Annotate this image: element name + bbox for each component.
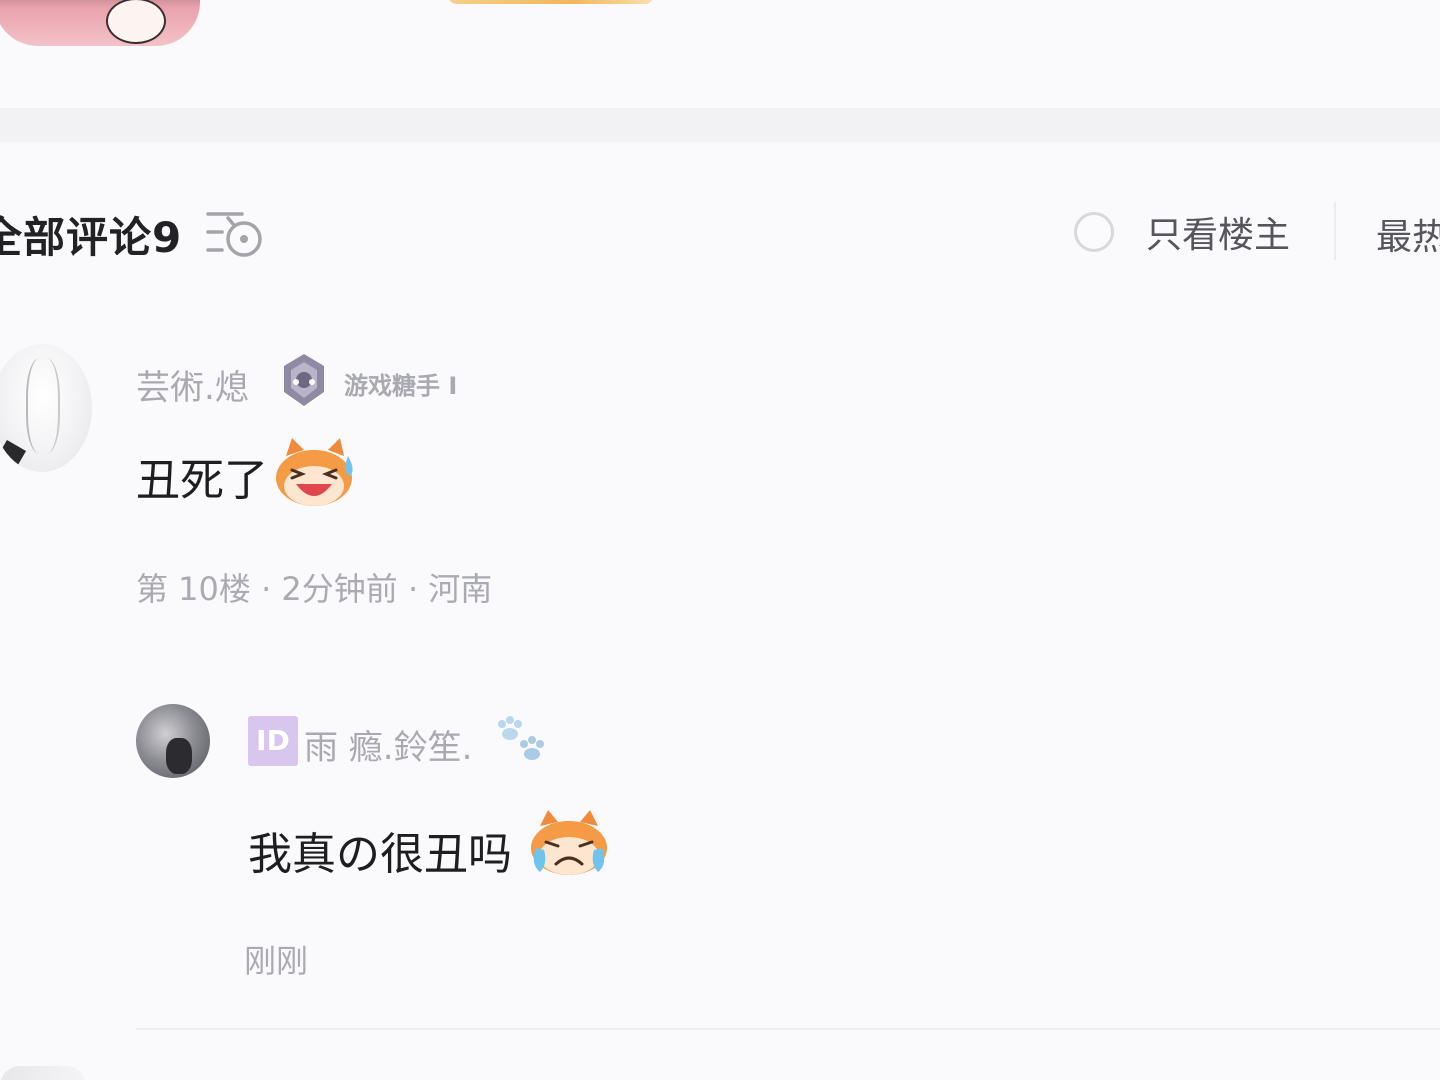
comment-meta: 第 10楼 · 2分钟前 · 河南: [136, 570, 493, 608]
reply-item: ID 雨 瘾.鈴笙. 我真の很丑吗 刚刚: [136, 700, 1440, 1000]
replier-username[interactable]: 雨 瘾.鈴笙.: [304, 720, 472, 769]
post-author-badge: [448, 0, 654, 4]
replier-avatar[interactable]: [136, 704, 210, 778]
comment-divider: [136, 1028, 1440, 1030]
reply-time: 刚刚: [244, 942, 309, 980]
paw-icon: [498, 716, 544, 760]
commenter-avatar[interactable]: [0, 344, 92, 472]
comment-text: 丑死了: [136, 455, 268, 506]
commenter-username[interactable]: 芸術.熄: [136, 360, 249, 409]
header-divider: [1334, 202, 1336, 260]
sort-filter-icon[interactable]: [206, 208, 270, 260]
level-badge-label: 游戏糖手 I: [344, 372, 458, 400]
sort-hot-tab[interactable]: 最热: [1376, 208, 1440, 260]
only-op-radio[interactable]: [1074, 212, 1114, 252]
laughing-sweat-emoji-icon: [276, 438, 353, 506]
level-badge-icon: [284, 354, 324, 406]
comment-item: 芸術.熄 游戏糖手 I 丑死了 第 10楼 · 2分钟前 · 河南: [0, 330, 1440, 630]
comments-header: 全部评论9 只看楼主 最热: [0, 142, 1440, 312]
comment-page: 全部评论9 只看楼主 最热 芸術.熄 游戏糖手 I 丑死了 第 10楼 · 2分…: [0, 0, 1440, 1080]
comments-title: 全部评论9: [0, 213, 183, 262]
crying-emoji-icon: [531, 810, 607, 875]
post-author-area: [0, 0, 1440, 108]
reply-text: 我真の很丑吗: [248, 829, 512, 880]
only-op-label: 只看楼主: [1146, 215, 1291, 256]
post-author-avatar[interactable]: [0, 0, 200, 46]
only-op-toggle[interactable]: 只看楼主: [1074, 208, 1290, 256]
next-commenter-avatar[interactable]: [0, 1066, 86, 1080]
id-badge: ID: [248, 716, 298, 766]
section-separator: [0, 108, 1440, 142]
